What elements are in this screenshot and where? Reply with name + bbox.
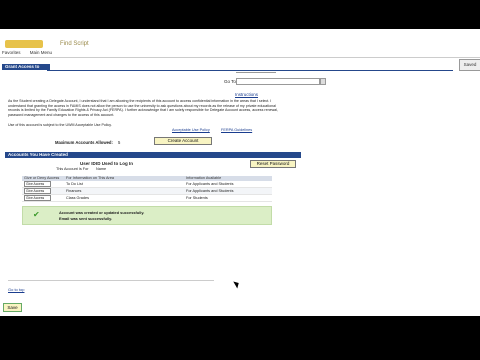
saved-button[interactable]: Saved bbox=[459, 59, 480, 71]
save-button[interactable]: Save bbox=[3, 303, 22, 312]
access-select[interactable]: Give Access bbox=[24, 195, 51, 201]
grid-header-area: For Information on This Area bbox=[66, 176, 115, 180]
area-cell: Class Grades bbox=[66, 196, 90, 200]
success-message-box: ✔ Account was created or updated success… bbox=[22, 206, 272, 225]
grid-header-available: Information Available bbox=[186, 176, 222, 180]
instructions-link[interactable]: Instructions bbox=[235, 92, 258, 97]
policy-line: Use of this account is subject to the UW… bbox=[8, 123, 112, 127]
create-account-button[interactable]: Create Account bbox=[154, 137, 212, 145]
access-select[interactable]: Give Access bbox=[24, 188, 51, 194]
available-cell: For Applicants and Students bbox=[186, 189, 234, 193]
account-for-label: This Account Is For bbox=[56, 167, 89, 171]
go-button[interactable] bbox=[320, 78, 326, 85]
go-to-separator bbox=[236, 72, 276, 73]
accounts-created-header: Accounts You Have Created bbox=[5, 152, 301, 158]
grant-header-line bbox=[47, 70, 453, 71]
agreement-text: As the Student creating a Delegate Accou… bbox=[8, 99, 278, 117]
video-frame: Find Script Favorites Main Menu Grant Ac… bbox=[0, 0, 480, 360]
go-to-top-link[interactable]: Go to top bbox=[8, 287, 24, 292]
go-to-select[interactable] bbox=[236, 78, 320, 85]
university-logo bbox=[5, 40, 43, 48]
table-row: Give Access Class Grades For Students bbox=[22, 195, 272, 202]
table-row: Give Access Finances For Applicants and … bbox=[22, 188, 272, 195]
area-cell: Finances bbox=[66, 189, 82, 193]
find-script-label: Find Script bbox=[60, 41, 89, 47]
max-accounts-value: 5 bbox=[118, 140, 121, 145]
acceptable-use-link[interactable]: Acceptable Use Policy bbox=[172, 128, 210, 132]
max-accounts-label: Maximum Accounts Allowed: bbox=[55, 140, 113, 145]
favorites-link[interactable]: Favorites bbox=[2, 50, 21, 55]
page-divider bbox=[8, 280, 214, 281]
top-links: Favorites Main Menu bbox=[2, 50, 60, 55]
main-menu-link[interactable]: Main Menu bbox=[30, 50, 52, 55]
success-line-2: Email was sent successfully. bbox=[59, 216, 113, 221]
success-line-1: Account was created or updated successfu… bbox=[59, 210, 145, 215]
header-divider bbox=[0, 57, 480, 58]
access-grid: Give or Deny Access For Information on T… bbox=[22, 176, 272, 202]
account-for-value: Name bbox=[96, 167, 107, 171]
checkmark-icon: ✔ bbox=[33, 210, 40, 219]
available-cell: For Students bbox=[186, 196, 208, 200]
access-select[interactable]: Give Access bbox=[24, 181, 51, 187]
user-id-value: ID Used to Log In bbox=[96, 161, 133, 166]
available-cell: For Applicants and Students bbox=[186, 182, 234, 186]
reset-password-button[interactable]: Reset Password bbox=[250, 160, 296, 168]
table-row: Give Access To Do List For Applicants an… bbox=[22, 181, 272, 188]
grant-access-header: Grant Access to Others bbox=[2, 64, 50, 75]
ferpa-link[interactable]: FERPA Guidelines bbox=[221, 128, 252, 132]
black-letterbox-top bbox=[0, 0, 480, 29]
area-cell: To Do List bbox=[66, 182, 83, 186]
user-id-label: User ID bbox=[80, 161, 96, 166]
